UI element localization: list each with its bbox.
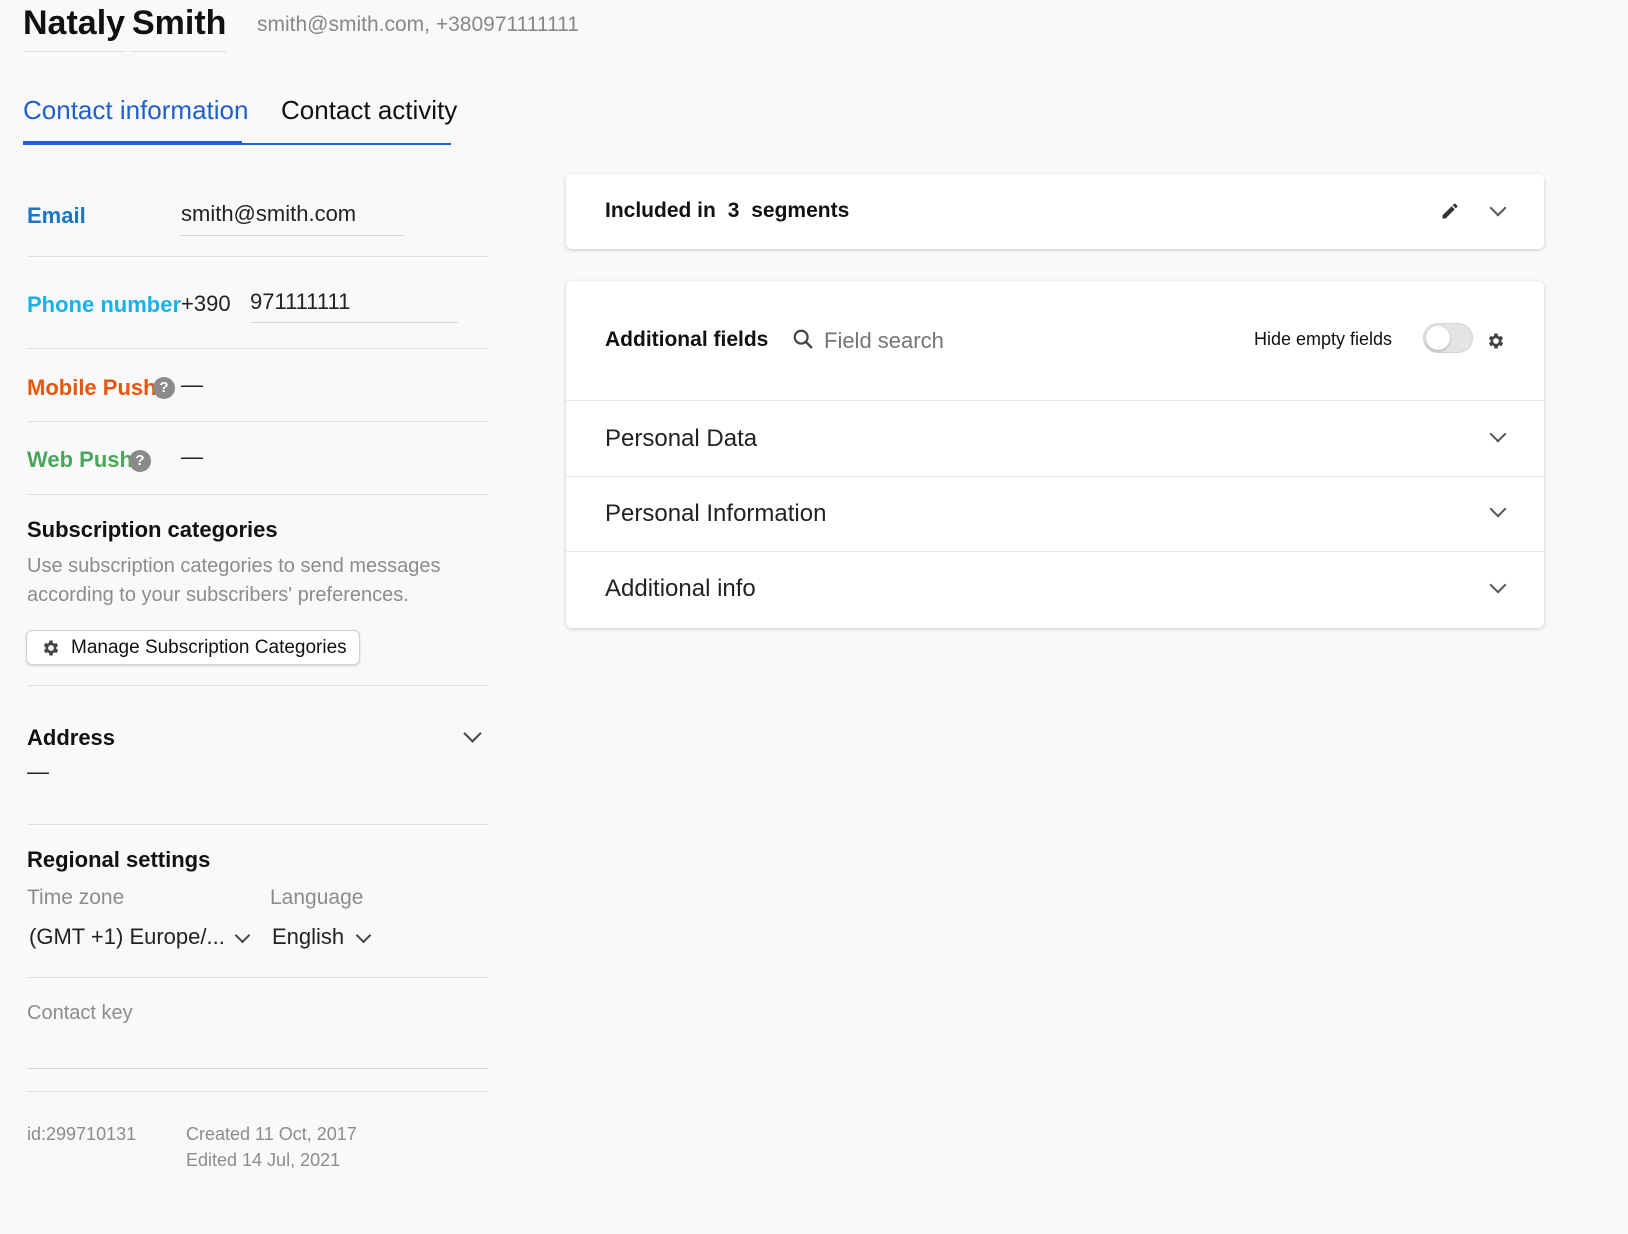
segments-prefix: Included in [605, 199, 716, 222]
contact-summary: smith@smith.com, +380971111111 [257, 13, 579, 36]
email-label: Email [27, 203, 86, 228]
toggle-knob [1426, 326, 1450, 350]
language-label: Language [270, 886, 364, 909]
edited-date: Edited 14 Jul, 2021 [186, 1150, 341, 1170]
phone-label: Phone number [27, 292, 182, 317]
divider [27, 824, 489, 825]
timezone-label: Time zone [27, 886, 125, 909]
accordion-personal-information[interactable]: Personal Information [566, 477, 1544, 552]
tab-contact-activity[interactable]: Contact activity [281, 95, 457, 126]
mobile-push-value: — [181, 372, 203, 397]
chevron-down-icon [1489, 576, 1507, 594]
accordion-personal-data[interactable]: Personal Data [566, 401, 1544, 476]
mobile-push-label: Mobile Push [27, 375, 157, 400]
help-icon[interactable]: ? [153, 377, 175, 399]
additional-fields-card: Additional fields Hide empty fields Pers… [566, 281, 1544, 628]
segments-suffix: segments [751, 199, 850, 222]
manage-subscription-categories-label: Manage Subscription Categories [71, 636, 347, 658]
accordion-label: Personal Data [605, 425, 758, 452]
active-tab-indicator [23, 141, 242, 145]
language-value: English [272, 924, 345, 949]
subscription-title: Subscription categories [27, 517, 278, 542]
divider [27, 348, 489, 349]
segments-count: 3 [727, 199, 740, 222]
accordion-label: Additional info [605, 575, 756, 602]
gear-icon [41, 638, 61, 658]
email-field[interactable]: smith@smith.com [181, 201, 356, 227]
phone-field-underline [250, 322, 458, 323]
first-name[interactable]: Nataly [23, 4, 126, 52]
manage-subscription-categories-button[interactable]: Manage Subscription Categories [26, 630, 360, 665]
divider [27, 977, 489, 978]
divider [27, 685, 489, 686]
last-name[interactable]: Smith [132, 4, 227, 52]
web-push-label: Web Push [27, 447, 133, 472]
email-field-underline [181, 235, 404, 236]
search-icon [792, 328, 814, 350]
contact-key-underline [27, 1068, 489, 1069]
accordion-additional-info[interactable]: Additional info [566, 552, 1544, 627]
tab-contact-information[interactable]: Contact information [23, 95, 248, 126]
chevron-down-icon [1489, 199, 1507, 217]
phone-number-field[interactable]: 971111111 [250, 289, 350, 315]
gear-icon[interactable] [1486, 331, 1506, 351]
chevron-down-icon [234, 927, 251, 944]
accordion-label: Personal Information [605, 500, 827, 527]
chevron-down-icon [355, 927, 372, 944]
language-select[interactable]: English [270, 922, 380, 954]
divider [27, 421, 489, 422]
chevron-down-icon [1489, 425, 1507, 443]
timezone-select[interactable]: (GMT +1) Europe/... [27, 922, 259, 954]
address-title: Address [27, 725, 116, 750]
divider [27, 494, 489, 495]
contact-id: id:299710131 [27, 1124, 137, 1144]
subscription-description-line2: according to your subscribers' preferenc… [27, 584, 409, 606]
segments-expand-button[interactable] [1489, 199, 1507, 217]
divider [27, 256, 489, 257]
address-expand-button[interactable] [463, 724, 482, 743]
tab-underline [242, 143, 451, 145]
web-push-value: — [181, 444, 203, 469]
hide-empty-fields-toggle[interactable] [1423, 323, 1473, 353]
segments-summary: Included in 3 segments [605, 199, 849, 223]
regional-settings-title: Regional settings [27, 847, 211, 872]
contact-key-label: Contact key [27, 1002, 133, 1024]
phone-country-code[interactable]: +390 [181, 291, 231, 317]
segments-card: Included in 3 segments [566, 174, 1544, 249]
chevron-down-icon [463, 724, 482, 743]
subscription-description-line1: Use subscription categories to send mess… [27, 555, 441, 577]
field-search-input[interactable] [822, 323, 1126, 359]
contact-key-field[interactable] [27, 1030, 489, 1068]
chevron-down-icon [1489, 500, 1507, 518]
help-icon[interactable]: ? [129, 450, 151, 472]
additional-fields-title: Additional fields [605, 328, 769, 351]
created-date: Created 11 Oct, 2017 [186, 1124, 357, 1144]
timezone-value: (GMT +1) Europe/... [29, 924, 225, 949]
divider [27, 1091, 489, 1092]
address-value: — [27, 759, 49, 784]
pencil-icon[interactable] [1440, 201, 1462, 223]
hide-empty-fields-label: Hide empty fields [1254, 329, 1393, 349]
